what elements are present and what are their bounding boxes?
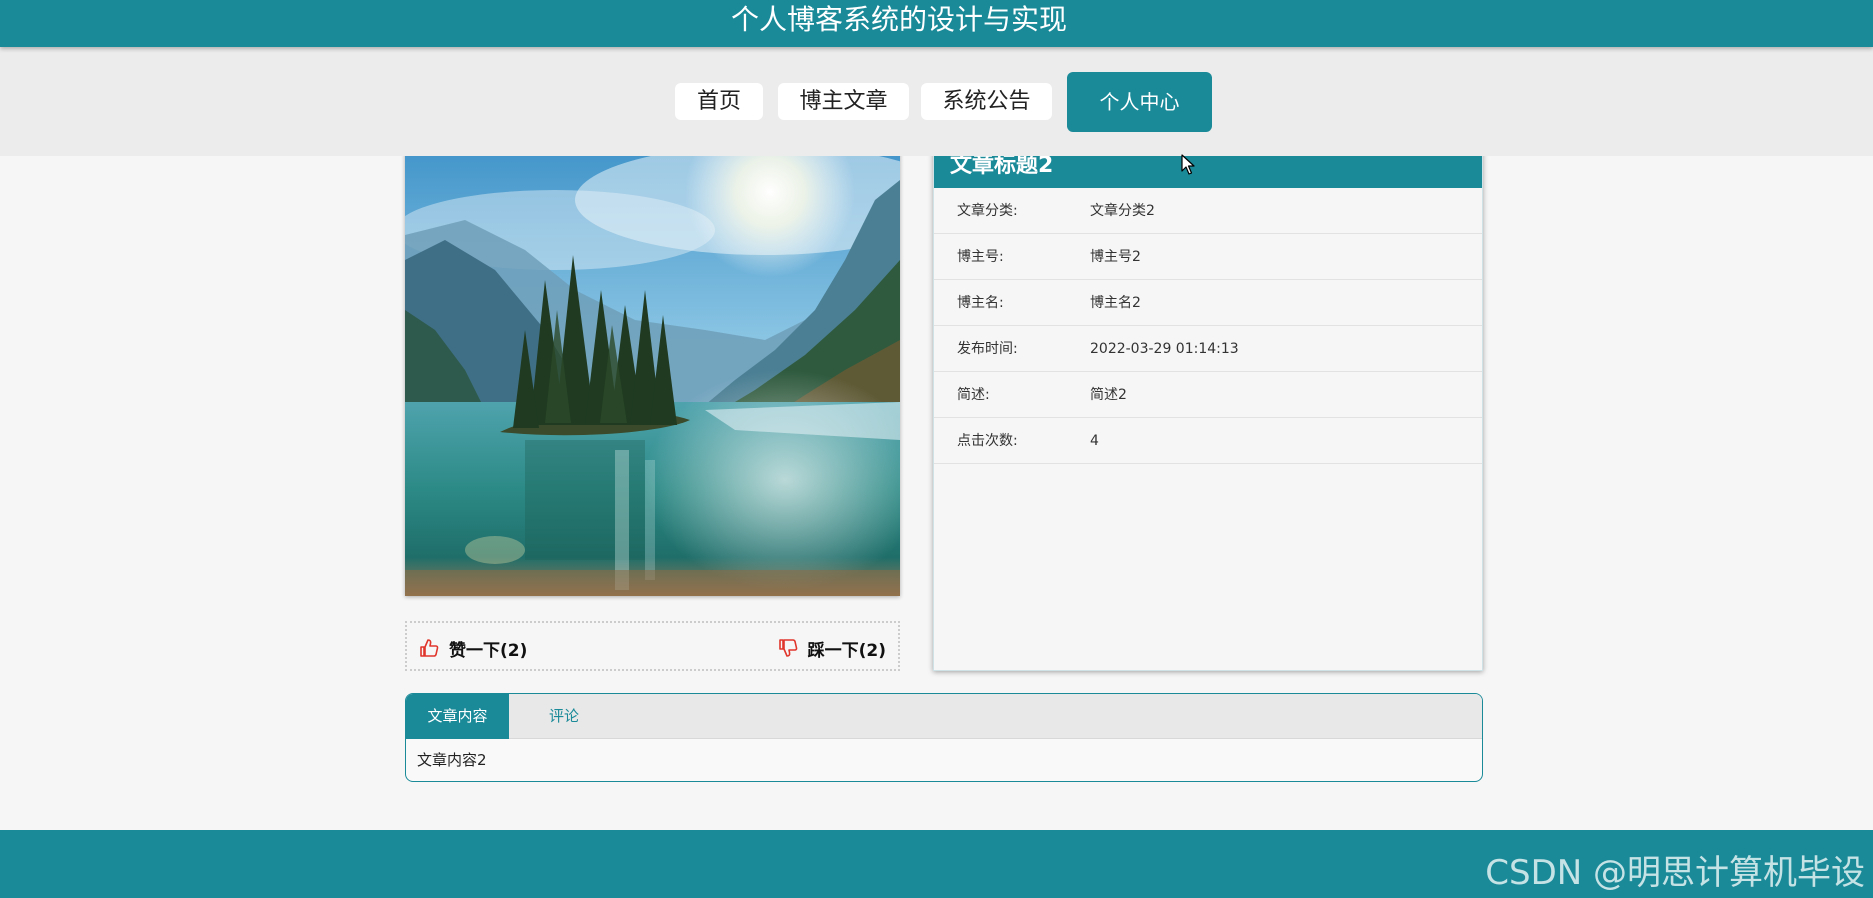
info-value: 文章分类2	[1090, 203, 1155, 219]
dislike-label: 踩一下(2)	[807, 640, 886, 661]
thumbs-down-icon	[778, 638, 798, 658]
article-content-text: 文章内容2	[417, 751, 487, 769]
info-value: 博主号2	[1090, 249, 1141, 265]
nav-home[interactable]: 首页	[675, 83, 763, 120]
info-row-summary: 简述: 简述2	[934, 372, 1482, 418]
info-label: 点击次数:	[957, 433, 1018, 449]
tab-comments[interactable]: 评论	[509, 694, 619, 739]
info-row-blogger-id: 博主号: 博主号2	[934, 234, 1482, 280]
info-row-category: 文章分类: 文章分类2	[934, 188, 1482, 234]
info-value: 2022-03-29 01:14:13	[1090, 341, 1239, 357]
like-label: 赞一下(2)	[449, 640, 528, 661]
dislike-button[interactable]: 踩一下(2)	[778, 635, 886, 661]
info-label: 简述:	[957, 387, 990, 403]
watermark-text: CSDN @明思计算机毕设	[1485, 853, 1865, 893]
nav-blogger-articles[interactable]: 博主文章	[778, 83, 909, 120]
vote-bar: 赞一下(2) 踩一下(2)	[405, 621, 900, 671]
info-label: 发布时间:	[957, 341, 1018, 357]
main-nav: 首页 博主文章 系统公告 个人中心	[0, 47, 1873, 156]
info-row-publish-time: 发布时间: 2022-03-29 01:14:13	[934, 326, 1482, 372]
info-row-click-count: 点击次数: 4	[934, 418, 1482, 464]
top-bar: 个人博客系统的设计与实现	[0, 0, 1873, 47]
article-info-panel: 文章标题2 文章分类: 文章分类2 博主号: 博主号2 博主名: 博主名2 发布…	[933, 130, 1483, 671]
nav-personal-center[interactable]: 个人中心	[1067, 72, 1212, 132]
info-label: 博主名:	[957, 295, 1004, 311]
nav-announcements[interactable]: 系统公告	[921, 83, 1052, 120]
mouse-cursor-icon	[1181, 154, 1195, 180]
info-value: 博主名2	[1090, 295, 1141, 311]
site-title: 个人博客系统的设计与实现	[730, 3, 1067, 36]
info-value: 4	[1090, 433, 1099, 449]
info-row-blogger-name: 博主名: 博主名2	[934, 280, 1482, 326]
tab-article-content[interactable]: 文章内容	[406, 694, 509, 739]
article-cover-image	[405, 140, 900, 596]
article-tabs: 文章内容 评论 文章内容2	[405, 693, 1483, 782]
info-label: 文章分类:	[957, 203, 1018, 219]
info-label: 博主号:	[957, 249, 1004, 265]
like-button[interactable]: 赞一下(2)	[419, 635, 527, 661]
info-value: 简述2	[1090, 387, 1127, 403]
thumbs-up-icon	[419, 638, 439, 658]
tab-bar: 文章内容 评论	[406, 694, 1482, 739]
